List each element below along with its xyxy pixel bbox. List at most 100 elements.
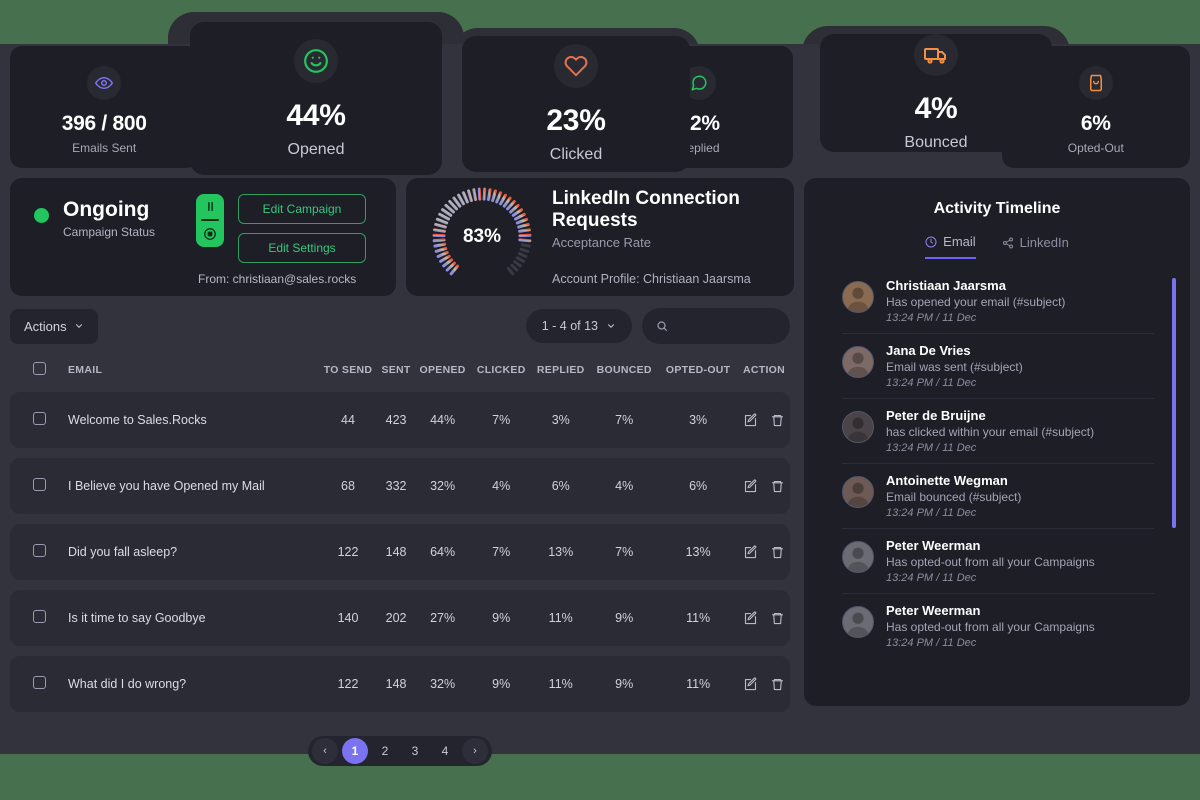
delete-icon[interactable] [770,611,785,626]
row-checkbox[interactable] [32,412,46,425]
cell-sent: 148 [378,524,415,580]
timeline-item[interactable]: Jana De Vries Email was sent (#subject) 13… [842,334,1154,399]
stat-card-opened[interactable]: 44% Opened [190,22,442,175]
actions-button[interactable]: Actions [10,308,98,344]
table-row[interactable]: Is it time to say Goodbye 140 202 27% 9% 11% 9… [10,590,790,646]
smiley-icon [294,38,338,83]
col-sent: SENT [381,364,411,376]
edit-icon[interactable] [743,478,758,494]
timeline-list: Christiaan Jaarsma Has opened your email … [842,269,1154,658]
edit-settings-button[interactable]: Edit Settings [238,233,366,263]
pagination-controls: ‹ 1 2 3 4 › [308,736,492,766]
table-row[interactable]: Welcome to Sales.Rocks 44 423 44% 7% 3% 7% 3% [10,392,790,448]
cell-replied: 11% [531,590,591,646]
row-checkbox-cell[interactable] [10,590,68,646]
cell-to-send: 44 [318,392,379,448]
row-checkbox-cell[interactable] [10,656,68,712]
delete-icon[interactable] [770,545,785,560]
tab-email[interactable]: Email [925,234,976,259]
cell-bounced: 4% [590,458,659,514]
cell-opened: 32% [414,656,472,712]
cell-email: Is it time to say Goodbye [68,590,318,646]
edit-icon[interactable] [743,412,758,428]
delete-icon[interactable] [770,479,785,494]
col-to-send: TO SEND [323,364,373,376]
edit-icon[interactable] [743,676,758,692]
cell-replied: 11% [531,656,591,712]
delete-icon[interactable] [770,677,785,692]
cell-opted-out: 6% [658,458,738,514]
pagination-next[interactable]: › [462,738,488,764]
timeline-item[interactable]: Peter Weerman Has opted-out from all your… [842,594,1154,658]
table-head: EMAIL TO SEND SENT OPENED CLICKED REPLIE… [10,362,790,382]
stat-card-bounced[interactable]: 4% Bounced [820,34,1052,152]
stat-card-clicked[interactable]: 23% Clicked [462,36,690,172]
cell-opened: 32% [414,458,472,514]
timeline-item-time: 13:24 PM / 11 Dec [886,312,977,324]
search-box[interactable] [642,308,790,344]
delete-icon[interactable] [770,413,785,428]
timeline-scrollbar[interactable] [1172,278,1176,528]
range-selector[interactable]: 1 - 4 of 13 [525,309,632,343]
table-row[interactable]: Did you fall asleep? 122 148 64% 7% 13% 7% 13% [10,524,790,580]
campaign-status-label: Campaign Status [63,225,156,239]
cell-action [737,392,790,448]
cell-sent: 423 [378,392,415,448]
pause-icon[interactable] [204,200,217,213]
table-row[interactable]: I Believe you have Opened my Mail 68 332 32… [10,458,790,514]
campaign-playback-controls[interactable] [196,194,224,247]
cell-opened: 64% [414,524,472,580]
table-row[interactable]: What did I do wrong? 122 148 32% 9% 11% 9% 11% [10,656,790,712]
select-all-checkbox[interactable] [32,362,46,375]
timeline-item-desc: has clicked within your email (#subject) [886,425,1095,439]
cell-clicked: 9% [471,656,532,712]
cell-sent: 332 [378,458,415,514]
edit-campaign-button[interactable]: Edit Campaign [238,194,366,224]
stat-card-emails-sent[interactable]: 396 / 800 Emails Sent [10,46,199,168]
row-checkbox[interactable] [32,676,46,689]
edit-icon[interactable] [743,544,758,560]
cell-email: Did you fall asleep? [68,524,318,580]
timeline-item[interactable]: Peter Weerman Has opted-out from all your… [842,529,1154,594]
stat-label: Bounced [904,134,968,151]
stat-value: 23% [546,104,606,137]
linkedin-connection-card: 83% LinkedIn Connection Requests Accepta… [406,178,794,296]
col-replied: REPLIED [536,364,585,376]
row-checkbox-cell[interactable] [10,392,68,448]
timeline-item[interactable]: Christiaan Jaarsma Has opened your email … [842,269,1154,334]
pagination-prev[interactable]: ‹ [312,738,338,764]
cell-action [737,656,790,712]
tab-linkedin[interactable]: LinkedIn [1002,234,1069,259]
cell-action [737,590,790,646]
row-checkbox-cell[interactable] [10,524,68,580]
table-header-row: EMAIL TO SEND SENT OPENED CLICKED REPLIE… [10,362,790,382]
chevron-down-icon [74,321,84,331]
timeline-item-name: Christiaan Jaarsma [886,278,1006,293]
avatar [842,541,874,573]
timeline-item[interactable]: Antoinette Wegman Email bounced (#subject… [842,464,1154,529]
cell-sent: 202 [378,590,415,646]
cell-action [737,458,790,514]
timeline-item-name: Peter Weerman [886,538,981,553]
pagination-page-1[interactable]: 1 [342,738,368,764]
stat-value: 44% [286,98,346,132]
search-input[interactable] [677,319,776,333]
col-opted-out: OPTED-OUT [665,364,731,376]
edit-icon[interactable] [743,610,758,626]
pagination-page-4[interactable]: 4 [432,738,458,764]
timeline-item-time: 13:24 PM / 11 Dec [886,442,977,454]
row-checkbox[interactable] [32,610,46,623]
pagination-page-2[interactable]: 2 [372,738,398,764]
row-checkbox[interactable] [32,478,46,491]
campaign-emails-table: Actions 1 - 4 of 13 EMAIL TO SEND SENT O… [10,306,790,766]
campaign-status: Ongoing [63,198,150,221]
row-checkbox[interactable] [32,544,46,557]
pagination-page-3[interactable]: 3 [402,738,428,764]
actions-label: Actions [24,318,67,334]
col-opened: OPENED [419,364,466,376]
row-checkbox-cell[interactable] [10,458,68,514]
cell-bounced: 9% [590,656,659,712]
timeline-item[interactable]: Peter de Bruijne has clicked within your … [842,399,1154,464]
acceptance-rate-gauge: 83% [430,185,534,289]
stop-icon[interactable] [203,227,217,241]
